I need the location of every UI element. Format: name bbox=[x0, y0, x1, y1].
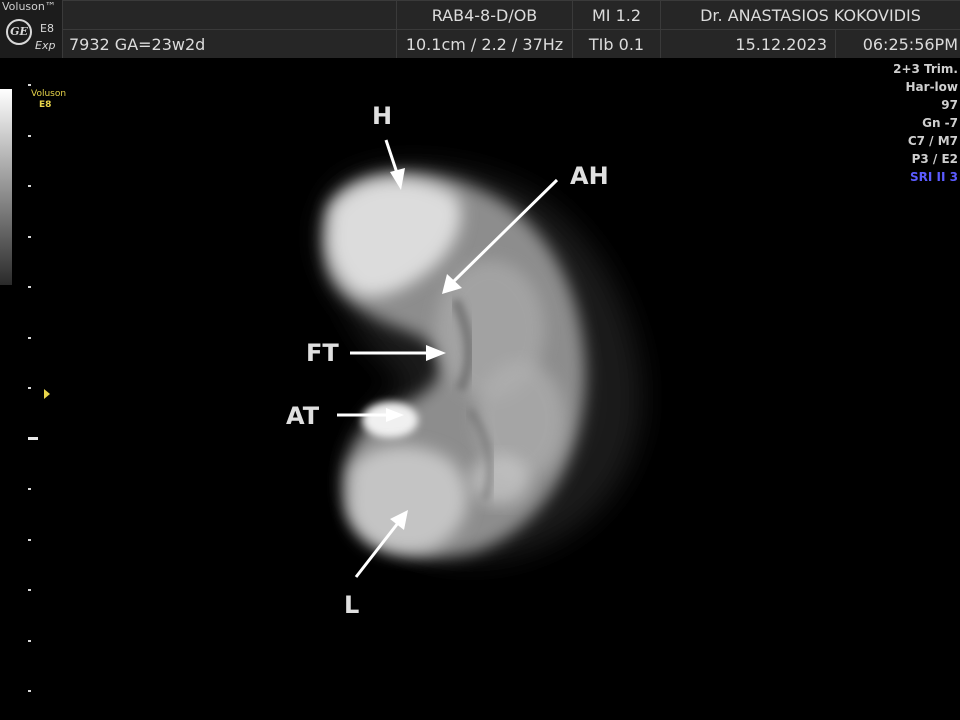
param-contrast-map: C7 / M7 bbox=[907, 134, 958, 148]
label-ah: AH bbox=[570, 162, 609, 190]
depth-tick bbox=[28, 337, 31, 339]
param-sri: SRI II 3 bbox=[910, 170, 958, 184]
depth-tick bbox=[28, 185, 31, 187]
param-harmonic: Har-low bbox=[905, 80, 958, 94]
label-ft: FT bbox=[306, 339, 339, 367]
depth-tick bbox=[28, 387, 31, 389]
side-brand: Voluson E8 bbox=[31, 89, 66, 111]
param-value: 97 bbox=[941, 98, 958, 112]
param-preset: 2+3 Trim. bbox=[893, 62, 958, 76]
depth-tick bbox=[28, 84, 31, 86]
param-persistence: P3 / E2 bbox=[911, 152, 958, 166]
depth-tick bbox=[28, 539, 31, 541]
depth-tick bbox=[28, 236, 31, 238]
ultrasound-image bbox=[319, 139, 642, 578]
side-brand-model: E8 bbox=[39, 100, 52, 110]
parameter-list: 2+3 Trim. Har-low 97 Gn -7 C7 / M7 P3 / … bbox=[893, 60, 958, 186]
label-l: L bbox=[344, 591, 360, 619]
depth-tick bbox=[28, 135, 31, 137]
depth-tick bbox=[28, 286, 31, 288]
focus-marker-icon[interactable] bbox=[44, 389, 50, 399]
param-gain: Gn -7 bbox=[922, 116, 958, 130]
label-at: AT bbox=[286, 402, 320, 430]
grayscale-bar bbox=[0, 89, 12, 285]
depth-tick bbox=[28, 690, 31, 692]
label-h: H bbox=[372, 102, 393, 130]
side-brand-name: Voluson bbox=[31, 89, 67, 99]
depth-major-tick bbox=[28, 437, 38, 440]
depth-tick bbox=[28, 589, 31, 591]
depth-tick bbox=[28, 488, 31, 490]
depth-tick bbox=[28, 640, 31, 642]
